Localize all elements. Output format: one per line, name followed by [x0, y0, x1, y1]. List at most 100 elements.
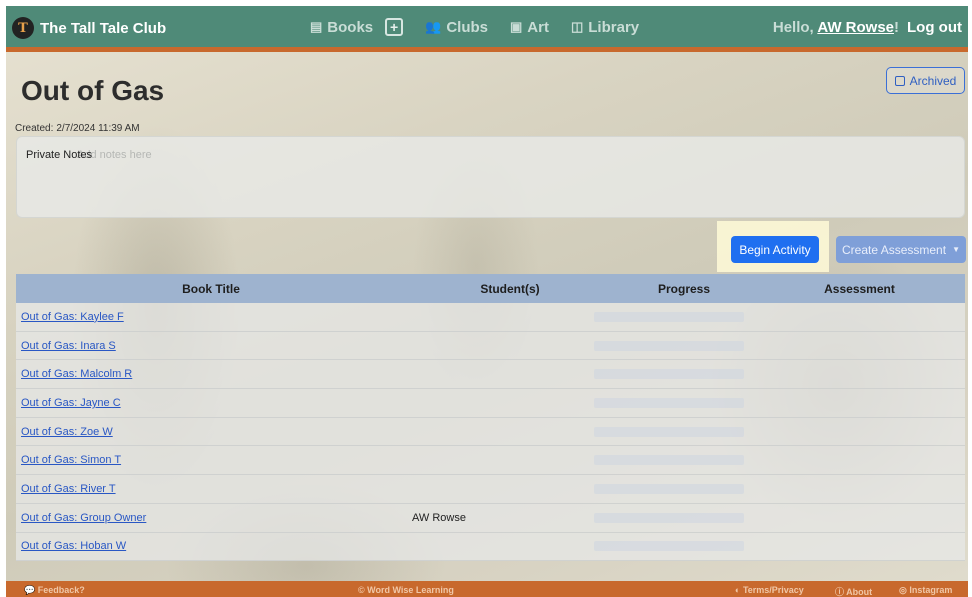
progress-bar [594, 455, 744, 466]
progress-bar [594, 340, 744, 351]
nav-books-label: Books [327, 18, 374, 36]
nav-books[interactable]: ▤ Books [310, 19, 373, 36]
nav-library[interactable]: ◫ Library [571, 19, 639, 36]
brand-link[interactable]: T The Tall Tale Club [12, 17, 166, 39]
greeting: Hello, AW Rowse! [773, 19, 899, 36]
cell-students: AW Rowse [412, 511, 466, 524]
cell-book-title: Out of Gas: Malcolm R [16, 368, 412, 380]
cell-progress [594, 533, 754, 561]
user-profile-link[interactable]: AW Rowse [817, 19, 894, 36]
table-row: Out of Gas: Hoban W [16, 532, 965, 562]
terms-label: Terms/Privacy [742, 585, 804, 595]
progress-bar [594, 311, 744, 322]
cell-progress [594, 360, 754, 388]
copyright-label: Word Wise Learning [367, 585, 454, 595]
caret-down-icon: ▼ [952, 245, 960, 254]
cell-progress [594, 389, 754, 417]
instagram-link[interactable]: ◎ Instagram [899, 585, 952, 596]
cell-progress [594, 303, 754, 331]
progress-bar [594, 426, 744, 437]
terms-link[interactable]: ◐ Terms/Privacy [735, 585, 804, 595]
nav-clubs[interactable]: 👥 Clubs [425, 19, 488, 36]
open-book-icon: ◫ [570, 19, 584, 34]
created-label: Created: [15, 123, 54, 134]
private-notes-input[interactable]: Add notes here Private Notes [16, 136, 965, 218]
cell-progress [594, 332, 754, 360]
logout-link[interactable]: Log out [907, 19, 962, 36]
progress-bar [594, 512, 744, 523]
about-label: About [846, 587, 873, 597]
created-value: 2/7/2024 11:39 AM [56, 123, 140, 134]
nav-art[interactable]: ▣ Art [510, 19, 549, 36]
greeting-suffix: ! [894, 19, 900, 36]
progress-bar [594, 541, 744, 552]
header-assessment: Assessment [824, 281, 895, 296]
main-nav: ▤ Books + 👥 Clubs ▣ Art ◫ Library [310, 18, 661, 36]
app-frame: T The Tall Tale Club ▤ Books + 👥 Clubs ▣… [6, 6, 968, 597]
cell-book-title: Out of Gas: Zoe W [16, 426, 412, 438]
progress-bar [594, 369, 744, 380]
cell-progress [594, 504, 754, 532]
progress-bar [594, 483, 744, 494]
table-row: Out of Gas: River T [16, 475, 965, 504]
cell-book-title: Out of Gas: Group Owner [16, 512, 412, 524]
cell-book-title: Out of Gas: River T [16, 483, 412, 495]
book-title-link[interactable]: Out of Gas: Zoe W [21, 426, 113, 438]
copyright-link[interactable]: © Word Wise Learning [358, 585, 454, 595]
copyright-icon: © [358, 585, 368, 595]
nav-art-label: Art [527, 18, 549, 36]
greeting-prefix: Hello, [772, 19, 818, 36]
book-title-link[interactable]: Out of Gas: Group Owner [21, 512, 146, 524]
begin-activity-button[interactable]: Begin Activity [731, 236, 819, 263]
info-icon: ⓘ [835, 587, 847, 597]
chat-icon: 💬 [24, 585, 38, 595]
cell-progress [594, 418, 754, 446]
book-title-link[interactable]: Out of Gas: Malcolm R [21, 368, 132, 380]
notes-label: Private Notes [26, 149, 93, 161]
brand-logo-icon: T [12, 17, 34, 39]
table-body: Out of Gas: Kaylee F Out of Gas: Inara S O… [16, 303, 965, 562]
create-assessment-label: Create Assessment [842, 242, 947, 257]
feedback-label: Feedback? [37, 585, 85, 595]
book-icon: ▤ [310, 19, 323, 34]
book-title-link[interactable]: Out of Gas: River T [21, 483, 116, 495]
header-book-title: Book Title [182, 281, 240, 296]
cell-book-title: Out of Gas: Hoban W [16, 540, 412, 552]
cell-book-title: Out of Gas: Kaylee F [16, 311, 412, 323]
created-timestamp: Created: 2/7/2024 11:39 AM [15, 123, 143, 134]
user-area: Hello, AW Rowse! Log out [773, 19, 962, 36]
book-title-link[interactable]: Out of Gas: Kaylee F [21, 311, 124, 323]
table-row: Out of Gas: Zoe W [16, 417, 965, 447]
book-title-link[interactable]: Out of Gas: Jayne C [21, 397, 121, 409]
about-link[interactable]: ⓘ About [835, 585, 872, 597]
add-book-button[interactable]: + [385, 18, 404, 36]
feedback-link[interactable]: 💬 Feedback? [24, 585, 85, 596]
cell-book-title: Out of Gas: Jayne C [16, 397, 412, 409]
image-icon: ▣ [510, 19, 523, 34]
book-title-link[interactable]: Out of Gas: Inara S [21, 340, 116, 352]
footer: 💬 Feedback? © Word Wise Learning ◐ Terms… [6, 581, 968, 597]
book-title-link[interactable]: Out of Gas: Hoban W [21, 540, 126, 552]
archived-toggle[interactable]: Archived [886, 67, 965, 94]
table-row: Out of Gas: Inara S [16, 331, 965, 361]
cell-progress [594, 475, 754, 503]
nav-clubs-label: Clubs [446, 18, 488, 36]
instagram-icon: ◎ [899, 585, 910, 595]
archived-label: Archived [909, 73, 957, 88]
table-header: Book Title Student(s) Progress Assessmen… [16, 274, 965, 303]
users-icon: 👥 [425, 19, 442, 34]
book-title-link[interactable]: Out of Gas: Simon T [21, 454, 121, 466]
checkbox-icon [894, 75, 905, 86]
nav-library-label: Library [588, 18, 640, 36]
instagram-label: Instagram [909, 585, 953, 595]
cell-book-title: Out of Gas: Simon T [16, 454, 412, 466]
table-row: Out of Gas: Malcolm R [16, 360, 965, 390]
header-progress: Progress [657, 281, 711, 296]
table-row: Out of Gas: Group Owner AW Rowse [16, 503, 965, 533]
page-title: Out of Gas [21, 75, 165, 106]
top-navbar: T The Tall Tale Club ▤ Books + 👥 Clubs ▣… [6, 6, 968, 52]
create-assessment-button[interactable]: Create Assessment ▼ [836, 236, 966, 263]
table-row: Out of Gas: Simon T [16, 446, 965, 476]
table-row: Out of Gas: Kaylee F [16, 303, 965, 332]
brand-name: The Tall Tale Club [40, 19, 167, 37]
